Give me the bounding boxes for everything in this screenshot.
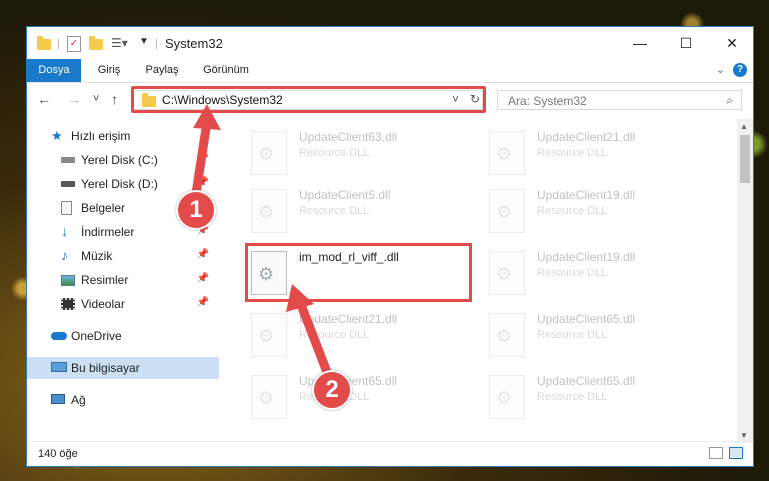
title-bar: | ✓ ☰▾ ▼ | System32 — ☐ ✕: [27, 27, 753, 59]
navigation-bar: ← → ˅ ↑ C:\Windows\System32 ˅ ↻ Ara: Sys…: [27, 83, 753, 117]
file-highlight-box: [245, 243, 472, 302]
cloud-icon: [51, 332, 67, 340]
up-button[interactable]: ↑: [111, 91, 118, 107]
large-icons-view-icon[interactable]: [729, 447, 743, 459]
file-item[interactable]: UpdateClient21.dll Resource DLL: [485, 125, 685, 181]
file-item[interactable]: UpdateClient19.dll Resource DLL: [485, 245, 685, 301]
file-item[interactable]: UpdateClient63.dll Resource DLL: [247, 125, 447, 181]
file-item[interactable]: UpdateClient19.dll Resource DLL: [485, 183, 685, 239]
pin-icon[interactable]: 📌: [197, 249, 209, 260]
sidebar-item-network[interactable]: Ağ: [27, 389, 219, 411]
drive-icon: [61, 181, 75, 187]
scroll-down-icon[interactable]: ▼: [740, 431, 748, 440]
chevron-down-icon[interactable]: ▼: [139, 36, 149, 52]
forward-button[interactable]: →: [67, 91, 81, 107]
video-icon: [61, 298, 75, 310]
file-item[interactable]: UpdateClient65.dll Resource DLL: [485, 307, 685, 363]
properties-icon[interactable]: ✓: [67, 36, 81, 52]
file-explorer-window: | ✓ ☰▾ ▼ | System32 — ☐ ✕ Dosya Giriş Pa…: [26, 26, 754, 467]
scrollbar-thumb[interactable]: [740, 135, 750, 183]
drive-icon: [61, 157, 75, 163]
help-icon[interactable]: ?: [733, 63, 747, 77]
sidebar-item-videos[interactable]: Videolar 📌: [27, 293, 219, 315]
sidebar-item-pictures[interactable]: Resimler 📌: [27, 269, 219, 291]
sidebar-item-this-pc[interactable]: Bu bilgisayar: [27, 357, 219, 379]
search-input[interactable]: Ara: System32: [508, 94, 587, 108]
item-count: 140 öğe: [38, 448, 78, 460]
documents-icon: [61, 201, 72, 215]
pin-icon[interactable]: 📌: [197, 297, 209, 308]
maximize-button[interactable]: ☐: [663, 27, 709, 59]
dll-file-icon: [251, 375, 287, 419]
star-icon: ★: [51, 128, 63, 143]
network-icon: [51, 394, 65, 404]
step-2-badge: 2: [312, 370, 352, 410]
new-folder-icon[interactable]: [89, 36, 103, 50]
pin-icon[interactable]: 📌: [197, 177, 209, 188]
separator: |: [57, 36, 61, 50]
customize-toolbar-icon[interactable]: ☰▾: [111, 36, 128, 52]
recent-locations-button[interactable]: ˅: [93, 93, 99, 105]
tab-file[interactable]: Dosya: [27, 59, 81, 82]
dll-file-icon: [251, 189, 287, 233]
status-bar: 140 öğe: [27, 441, 753, 466]
minimize-button[interactable]: —: [617, 27, 663, 59]
separator: |: [155, 36, 159, 50]
download-icon: ↓: [61, 223, 68, 239]
dll-file-icon: [489, 251, 525, 295]
music-icon: ♪: [61, 247, 68, 263]
address-highlight-box: [131, 86, 486, 113]
chevron-down-icon[interactable]: ⌄: [716, 63, 725, 76]
sidebar-item-local-disk-c[interactable]: Yerel Disk (C:) 📌: [27, 149, 219, 171]
navigation-pane: ★ Hızlı erişim Yerel Disk (C:) 📌 Yerel D…: [27, 123, 219, 443]
search-icon[interactable]: ⌕: [726, 93, 733, 108]
pin-icon[interactable]: 📌: [197, 153, 209, 164]
search-box[interactable]: Ara: System32 ⌕: [497, 90, 742, 110]
sidebar-item-music[interactable]: ♪ Müzik 📌: [27, 245, 219, 267]
ribbon-tabs: Dosya Giriş Paylaş Görünüm ⌄ ?: [27, 59, 753, 83]
dll-file-icon: [489, 313, 525, 357]
file-item[interactable]: UpdateClient65.dll Resource DLL: [485, 369, 685, 425]
scroll-up-icon[interactable]: ▲: [740, 122, 748, 131]
dll-file-icon: [251, 131, 287, 175]
back-button[interactable]: ←: [37, 91, 51, 107]
computer-icon: [51, 362, 67, 372]
step-1-badge: 1: [176, 190, 216, 230]
file-item[interactable]: UpdateClient5.dll Resource DLL: [247, 183, 447, 239]
pin-icon[interactable]: 📌: [197, 273, 209, 284]
dll-file-icon: [251, 313, 287, 357]
dll-file-icon: [489, 189, 525, 233]
close-button[interactable]: ✕: [709, 27, 755, 59]
vertical-scrollbar[interactable]: ▲ ▼: [737, 119, 753, 443]
window-title: System32: [165, 36, 223, 51]
details-view-icon[interactable]: [709, 447, 723, 459]
dll-file-icon: [489, 375, 525, 419]
tab-view[interactable]: Görünüm: [195, 59, 257, 82]
tab-home[interactable]: Giriş: [87, 59, 131, 82]
pictures-icon: [61, 275, 75, 286]
sidebar-item-onedrive[interactable]: OneDrive: [27, 325, 219, 347]
file-item[interactable]: UpdateClient21.dll Resource DLL: [247, 307, 447, 363]
dll-file-icon: [489, 131, 525, 175]
folder-icon: [37, 36, 51, 50]
tab-share[interactable]: Paylaş: [137, 59, 187, 82]
sidebar-item-quick-access[interactable]: ★ Hızlı erişim: [27, 125, 219, 147]
